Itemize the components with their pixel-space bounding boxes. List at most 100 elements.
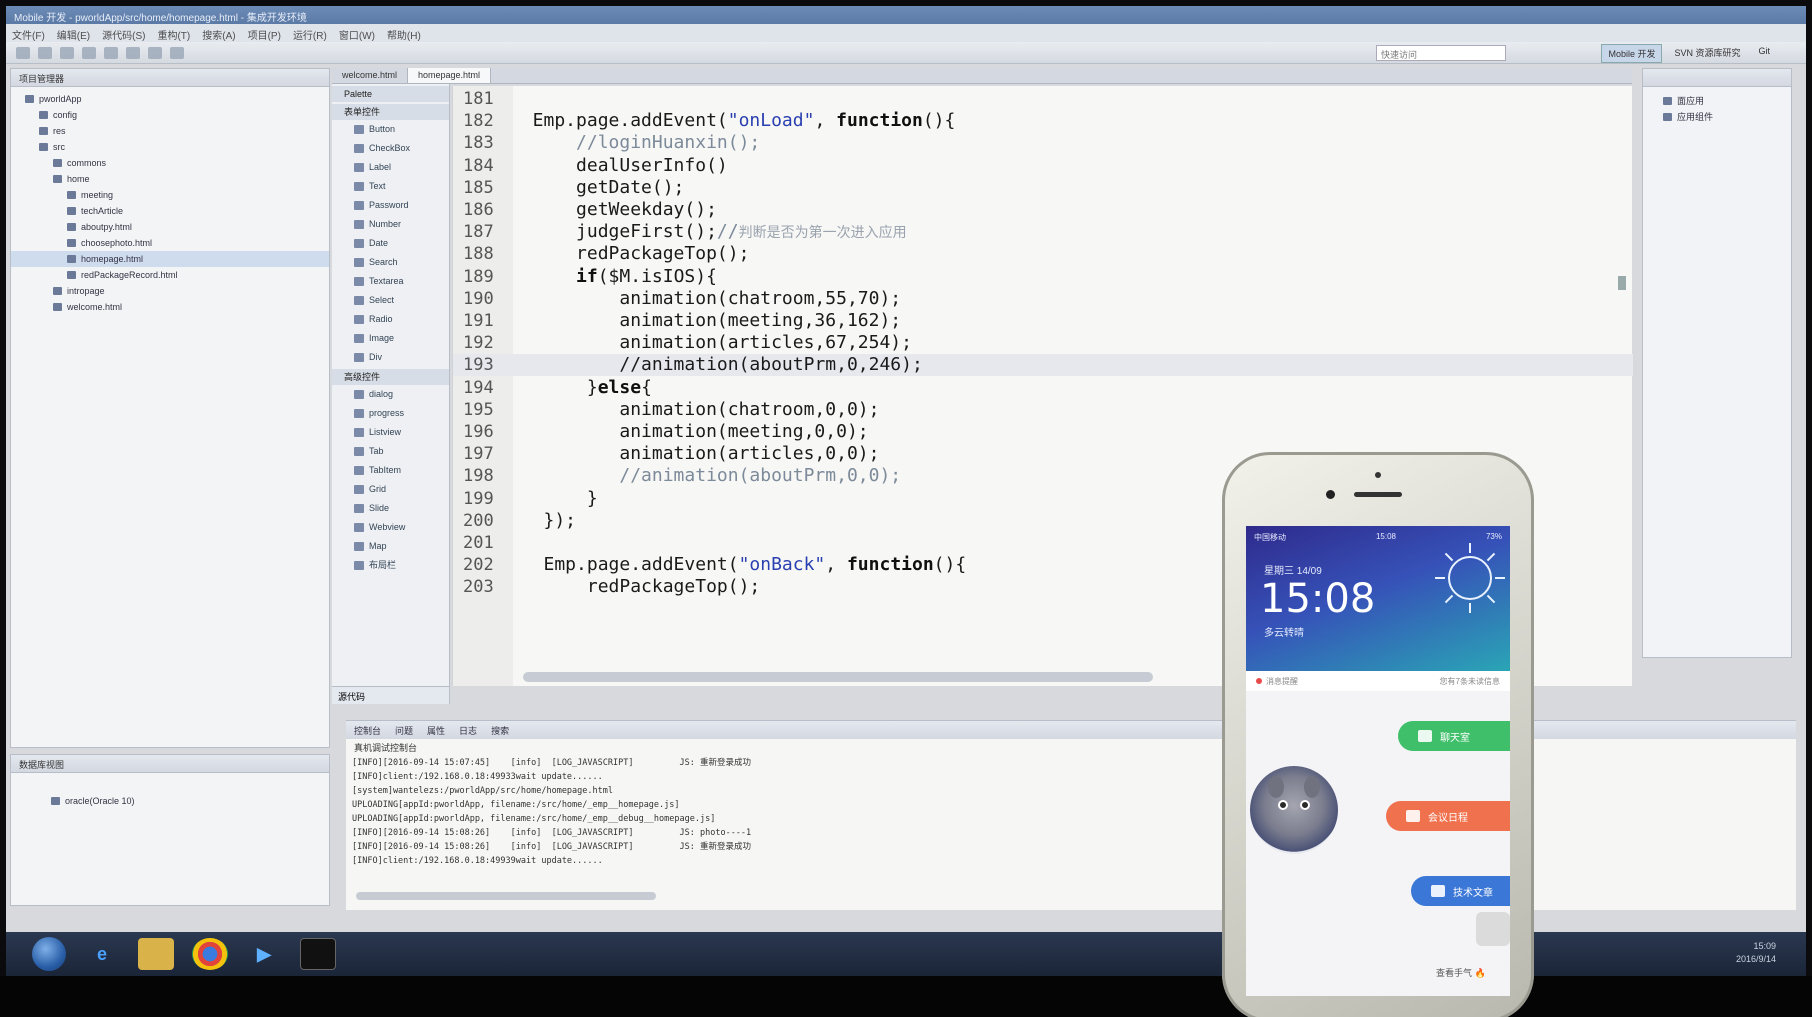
palette-item[interactable]: Image bbox=[332, 329, 449, 348]
terminal-icon[interactable] bbox=[300, 938, 336, 970]
back-icon[interactable] bbox=[148, 46, 162, 59]
console-scrollbar[interactable] bbox=[356, 892, 656, 900]
palette-item[interactable]: progress bbox=[332, 404, 449, 423]
menu-item[interactable]: 源代码(S) bbox=[102, 27, 145, 42]
code-line[interactable]: 184 dealUserInfo() bbox=[453, 155, 1633, 177]
palette-group-advanced[interactable]: 高级控件 bbox=[332, 369, 449, 385]
ie-icon[interactable]: e bbox=[84, 938, 120, 970]
palette-item[interactable]: Password bbox=[332, 196, 449, 215]
menu-item[interactable]: 重构(T) bbox=[157, 27, 190, 42]
menu-item[interactable]: 帮助(H) bbox=[387, 27, 421, 42]
source-tab[interactable]: 源代码 bbox=[332, 686, 449, 704]
palette-item[interactable]: Map bbox=[332, 537, 449, 556]
tree-item[interactable]: commons bbox=[11, 155, 329, 171]
database-tab[interactable]: 数据库视图 bbox=[11, 755, 329, 773]
run-icon[interactable] bbox=[82, 46, 96, 59]
menu-item[interactable]: 运行(R) bbox=[293, 27, 327, 42]
avatar[interactable] bbox=[1250, 766, 1338, 854]
palette-item[interactable]: Radio bbox=[332, 310, 449, 329]
palette-item[interactable]: Tab bbox=[332, 442, 449, 461]
notice-bar[interactable]: 消息提醒 您有7条未读信息 bbox=[1246, 671, 1510, 691]
palette-item[interactable]: Date bbox=[332, 234, 449, 253]
forward-icon[interactable] bbox=[170, 46, 184, 59]
palette-item[interactable]: 布局栏 bbox=[332, 556, 449, 575]
code-line[interactable]: 187 judgeFirst();//判断是否为第一次进入应用 bbox=[453, 221, 1633, 243]
save-icon[interactable] bbox=[38, 46, 52, 59]
explorer-icon[interactable] bbox=[138, 938, 174, 970]
code-line[interactable]: 181 bbox=[453, 88, 1633, 110]
explorer-tab[interactable]: 项目管理器 bbox=[11, 69, 329, 87]
code-line[interactable]: 196 animation(meeting,0,0); bbox=[453, 421, 1633, 443]
code-line[interactable]: 195 animation(chatroom,0,0); bbox=[453, 399, 1633, 421]
tab-welcome[interactable]: welcome.html bbox=[332, 68, 409, 83]
code-line[interactable]: 183 //loginHuanxin(); bbox=[453, 132, 1633, 154]
tree-item[interactable]: redPackageRecord.html bbox=[11, 267, 329, 283]
console-tab[interactable]: 问题 bbox=[395, 724, 413, 736]
palette-item[interactable]: Number bbox=[332, 215, 449, 234]
palette-item[interactable]: Textarea bbox=[332, 272, 449, 291]
tree-item[interactable]: welcome.html bbox=[11, 299, 329, 315]
tree-item[interactable]: res bbox=[11, 123, 329, 139]
tree-item[interactable]: config bbox=[11, 107, 329, 123]
palette-item[interactable]: Webview bbox=[332, 518, 449, 537]
menu-item[interactable]: 编辑(E) bbox=[57, 27, 90, 42]
tree-item[interactable]: src bbox=[11, 139, 329, 155]
palette-item[interactable]: Div bbox=[332, 348, 449, 367]
outline-item[interactable]: 应用组件 bbox=[1643, 109, 1791, 125]
horizontal-scrollbar[interactable] bbox=[523, 672, 1153, 682]
code-line[interactable]: 185 getDate(); bbox=[453, 177, 1633, 199]
tree-item[interactable]: intropage bbox=[11, 283, 329, 299]
perspective-mobile[interactable]: Mobile 开发 bbox=[1601, 44, 1663, 63]
system-clock[interactable]: 15:09 2016/9/14 bbox=[1736, 940, 1776, 966]
outline-item[interactable]: 面应用 bbox=[1643, 93, 1791, 109]
console-tab[interactable]: 控制台 bbox=[354, 724, 381, 736]
console-tab[interactable]: 日志 bbox=[459, 724, 477, 736]
code-line[interactable]: 194 }else{ bbox=[453, 377, 1633, 399]
code-line[interactable]: 191 animation(meeting,36,162); bbox=[453, 310, 1633, 332]
tree-item[interactable]: meeting bbox=[11, 187, 329, 203]
vertical-scrollbar[interactable] bbox=[1618, 86, 1626, 686]
palette-item[interactable]: Listview bbox=[332, 423, 449, 442]
meeting-button[interactable]: 会议日程 bbox=[1386, 801, 1510, 831]
palette-item[interactable]: Button bbox=[332, 120, 449, 139]
palette-item[interactable]: CheckBox bbox=[332, 139, 449, 158]
menu-item[interactable]: 搜索(A) bbox=[202, 27, 235, 42]
scroll-thumb[interactable] bbox=[1618, 276, 1626, 290]
code-line[interactable]: 188 redPackageTop(); bbox=[453, 243, 1633, 265]
search-icon[interactable] bbox=[126, 46, 140, 59]
code-line[interactable]: 190 animation(chatroom,55,70); bbox=[453, 288, 1633, 310]
tree-item[interactable]: home bbox=[11, 171, 329, 187]
palette-item[interactable]: TabItem bbox=[332, 461, 449, 480]
articles-button[interactable]: 技术文章 bbox=[1411, 876, 1510, 906]
start-button[interactable] bbox=[32, 937, 66, 971]
menu-item[interactable]: 文件(F) bbox=[12, 27, 45, 42]
palette-item[interactable]: Slide bbox=[332, 499, 449, 518]
code-line[interactable]: 182 Emp.page.addEvent("onLoad", function… bbox=[453, 110, 1633, 132]
chrome-icon[interactable] bbox=[192, 938, 228, 970]
palette-item[interactable]: dialog bbox=[332, 385, 449, 404]
lucky-link[interactable]: 查看手气 🔥 bbox=[1436, 966, 1486, 979]
tree-item[interactable]: techArticle bbox=[11, 203, 329, 219]
menu-item[interactable]: 项目(P) bbox=[248, 27, 281, 42]
media-icon[interactable]: ▶ bbox=[246, 938, 282, 970]
tree-item[interactable]: pworldApp bbox=[11, 91, 329, 107]
tree-item[interactable]: aboutpy.html bbox=[11, 219, 329, 235]
code-line[interactable]: 193 //animation(aboutPrm,0,246); bbox=[453, 354, 1633, 377]
floating-action-button[interactable] bbox=[1476, 912, 1510, 946]
console-tab[interactable]: 属性 bbox=[427, 724, 445, 736]
perspective-git[interactable]: Git bbox=[1752, 44, 1776, 63]
tree-item[interactable]: homepage.html bbox=[11, 251, 329, 267]
perspective-svn[interactable]: SVN 资源库研究 bbox=[1668, 44, 1746, 63]
code-line[interactable]: 186 getWeekday(); bbox=[453, 199, 1633, 221]
print-icon[interactable] bbox=[60, 46, 74, 59]
palette-item[interactable]: Select bbox=[332, 291, 449, 310]
palette-item[interactable]: Label bbox=[332, 158, 449, 177]
quick-access-input[interactable]: 快速访问 bbox=[1376, 45, 1506, 61]
tab-homepage[interactable]: homepage.html bbox=[408, 68, 492, 83]
chatroom-button[interactable]: 聊天室 bbox=[1398, 721, 1510, 751]
db-connection-item[interactable]: oracle(Oracle 10) bbox=[11, 793, 329, 809]
debug-icon[interactable] bbox=[104, 46, 118, 59]
outline-tab[interactable] bbox=[1643, 69, 1791, 87]
palette-item[interactable]: Text bbox=[332, 177, 449, 196]
tree-item[interactable]: choosephoto.html bbox=[11, 235, 329, 251]
